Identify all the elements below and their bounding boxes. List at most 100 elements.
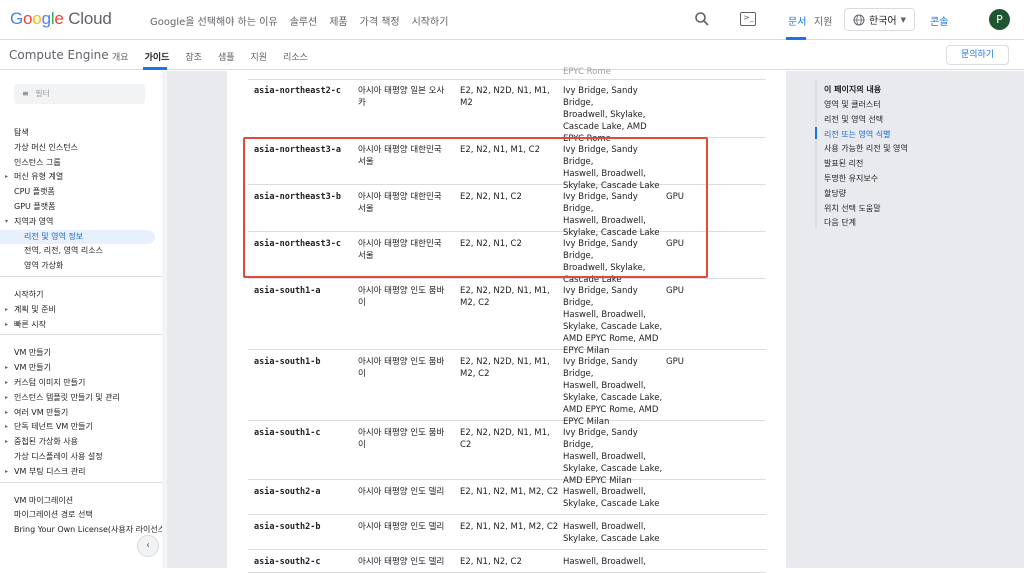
language-selector[interactable]: 한국어 ▼ — [844, 8, 915, 31]
caret-right-icon[interactable]: ▸ — [5, 435, 8, 449]
text-line: 아시아 태평양 일본 오사 — [358, 86, 445, 96]
collapse-sidebar-button[interactable]: ‹ — [137, 535, 159, 557]
google-cloud-logo[interactable]: Google Cloud — [10, 9, 112, 29]
top-nav: Google을 선택해야 하는 이유 솔루션 제품 가격 책정 시작하기 — [150, 13, 460, 28]
sidebar-item[interactable]: ▸ 여러 VM 만들기 — [0, 406, 162, 420]
sidebar-item[interactable]: ▸ VM 만들기 — [0, 361, 162, 375]
tab-개요[interactable]: 개요 — [112, 50, 129, 63]
table-row: asia-south1-a 아시아 태평양 인도 뭄바 이 E2, N2, N2D, … — [248, 280, 766, 356]
sidebar-item-label: 시작하기 — [14, 290, 44, 299]
tab-리소스[interactable]: 리소스 — [283, 50, 308, 63]
tab-샘플[interactable]: 샘플 — [218, 50, 235, 63]
sidebar-item[interactable]: Bring Your Own License(사용자 라이선스 사용) — [0, 523, 162, 537]
caret-right-icon[interactable]: ▸ — [5, 361, 8, 375]
text-line: 이 — [358, 440, 366, 450]
sidebar-item-label: 지역과 영역 — [14, 216, 54, 226]
sidebar-item[interactable]: ▸ 계획 및 준비 — [0, 303, 162, 317]
machine-types: E2, N2, N2D, N1, M1, M2 — [460, 85, 560, 109]
console-link[interactable]: 콘솔 — [930, 13, 948, 28]
top-nav-item[interactable]: 솔루션 — [290, 13, 318, 28]
text-line: M2, C2 — [460, 369, 490, 379]
caret-right-icon[interactable]: ▸ — [5, 420, 8, 434]
sidebar-item[interactable]: 인스턴스 그룹 — [0, 156, 162, 170]
tab-가이드[interactable]: 가이드 — [145, 50, 170, 63]
search-icon[interactable] — [694, 11, 710, 27]
text-line: E2, N2, N2D, N1, M1, M2 — [460, 86, 550, 108]
toc-link[interactable]: 영역 및 클러스터 — [824, 99, 881, 110]
zone-location: 아시아 태평양 인도 뭄바 이 — [358, 285, 453, 309]
cloud-shell-icon[interactable]: >_ — [740, 12, 756, 26]
product-tabs: 개요 가이드 참조 샘플 지원 리소스 — [112, 50, 324, 63]
toc-title: 이 페이지의 내용 — [824, 85, 882, 94]
toc-link[interactable]: 발표된 리전 — [824, 158, 863, 169]
caret-right-icon[interactable]: ▸ — [5, 376, 8, 390]
sidebar-item[interactable]: 영역 가상화 — [0, 259, 162, 273]
top-nav-item[interactable]: 시작하기 — [412, 13, 449, 28]
logo-letter: o — [32, 9, 42, 28]
text-line: Haswell, Broadwell, — [563, 522, 646, 532]
contact-button[interactable]: 문의하기 — [946, 45, 1009, 65]
sidebar-item[interactable]: 가상 디스플레이 사용 설정 — [0, 450, 162, 464]
tab-지원[interactable]: 지원 — [251, 50, 268, 63]
text-line: Skylake, Cascade Lake, — [563, 464, 663, 474]
sidebar-item-label: 탐색 — [14, 128, 29, 137]
zone-name: asia-south1-b — [254, 357, 321, 367]
product-name[interactable]: Compute Engine — [9, 48, 109, 62]
sidebar-item-label: 마이그레이션 경로 선택 — [14, 510, 93, 520]
sidebar-item[interactable]: 리전 및 영역 정보 — [0, 229, 155, 244]
sidebar-item-label: Bring Your Own License(사용자 라이선스 사용) — [14, 525, 162, 535]
caret-right-icon[interactable]: ▸ — [5, 318, 8, 332]
sidebar-item[interactable]: ▸ 중첩된 가상화 사용 — [0, 435, 162, 449]
logo-letter: G — [10, 9, 24, 28]
caret-down-icon[interactable]: ▾ — [5, 215, 8, 229]
table-row: asia-south2-a 아시아 태평양 인도 델리 E2, N1, N2, M1… — [248, 481, 766, 515]
zone-location: 아시아 태평양 인도 델리 — [358, 556, 453, 568]
sidebar-item[interactable]: 가상 머신 인스턴스 — [0, 141, 162, 155]
avatar[interactable]: P — [989, 9, 1010, 30]
sidebar-item[interactable]: ▸ 머신 유형 계열 — [0, 170, 162, 184]
text-line: Skylake, Cascade Lake, — [563, 322, 663, 332]
zone-location: 아시아 태평양 일본 오사 카 — [358, 85, 453, 109]
support-link[interactable]: 지원 — [814, 13, 832, 28]
toc-link[interactable]: 다음 단계 — [824, 217, 856, 228]
top-nav-item[interactable]: Google을 선택해야 하는 이유 — [150, 13, 278, 28]
caret-right-icon[interactable]: ▸ — [5, 303, 8, 317]
sidebar-item-label: 리전 및 영역 정보 — [24, 231, 84, 241]
sidebar-item[interactable]: ▸ 단독 테넌트 VM 만들기 — [0, 420, 162, 434]
toc-link[interactable]: 위치 선택 도움말 — [824, 203, 881, 214]
sidebar-item[interactable]: ▸ 커스텀 이미지 만들기 — [0, 376, 162, 390]
toc-link[interactable]: 리전 및 영역 선택 — [824, 114, 883, 125]
caret-right-icon[interactable]: ▸ — [5, 406, 8, 420]
sidebar-item-label: 머신 유형 계열 — [14, 172, 64, 182]
docs-link[interactable]: 문서 — [788, 13, 806, 28]
text-line: Haswell, Broadwell, — [563, 557, 646, 567]
toc-link[interactable]: 투명한 유지보수 — [824, 173, 878, 184]
active-tab-indicator — [143, 67, 167, 70]
text-line: Ivy Bridge, Sandy Bridge, — [563, 86, 638, 108]
zone-location: 아시아 태평양 인도 뭄바 이 — [358, 427, 453, 451]
top-nav-item[interactable]: 제품 — [329, 13, 347, 28]
sidebar-item-label: 영역 가상화 — [24, 261, 64, 271]
caret-right-icon[interactable]: ▸ — [5, 465, 8, 479]
sidebar-item[interactable]: ▸ VM 부팅 디스크 관리 — [0, 465, 162, 479]
toc-link[interactable]: 리전 또는 영역 식별 — [824, 129, 891, 140]
toc-link[interactable]: 사용 가능한 리전 및 영역 — [824, 143, 908, 154]
top-nav-item[interactable]: 가격 책정 — [360, 13, 400, 28]
caret-right-icon[interactable]: ▸ — [5, 170, 8, 184]
sidebar-item[interactable]: 마이그레이션 경로 선택 — [0, 508, 162, 522]
toc-link[interactable]: 할당량 — [824, 188, 846, 199]
left-sidebar: ≡ 필터 탐색 가상 머신 인스턴스 인스턴스 그룹 ▸ 머신 유형 계열 CPU 플랫폼… — [0, 71, 162, 568]
text-line: Skylake, Cascade Lake — [563, 534, 660, 544]
sidebar-item[interactable]: ▾ 지역과 영역 — [0, 215, 162, 229]
sidebar-item[interactable]: ▸ 빠른 시작 — [0, 318, 162, 332]
sidebar-item[interactable]: CPU 플랫폼 — [0, 185, 162, 199]
text-line: Skylake, Cascade Lake — [563, 499, 660, 509]
sidebar-item[interactable]: 전역, 리전, 영역 리소스 — [0, 244, 162, 258]
caret-right-icon[interactable]: ▸ — [5, 391, 8, 405]
tab-참조[interactable]: 참조 — [185, 50, 202, 63]
sidebar-divider — [0, 276, 162, 277]
filter-input[interactable]: ≡ 필터 — [14, 84, 145, 104]
sidebar-item[interactable]: GPU 플랫폼 — [0, 200, 162, 214]
content-gutter-left — [167, 71, 227, 568]
sidebar-item[interactable]: ▸ 인스턴스 템플릿 만들기 및 관리 — [0, 391, 162, 405]
